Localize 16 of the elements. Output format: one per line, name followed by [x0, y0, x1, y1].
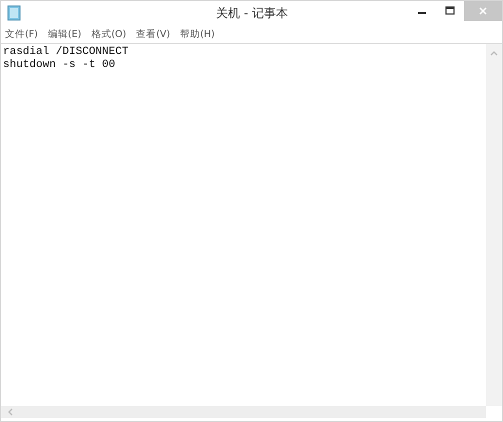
menu-item[interactable]: 帮助(H): [180, 28, 215, 40]
vertical-scrollbar[interactable]: [486, 44, 502, 406]
menu-item[interactable]: 格式(O): [91, 28, 126, 40]
window-title: 关机 - 记事本: [215, 4, 289, 22]
horizontal-scrollbar[interactable]: [1, 406, 486, 418]
close-icon: [478, 6, 488, 16]
menu-item[interactable]: 查看(V): [136, 28, 170, 40]
scroll-left-icon[interactable]: [7, 408, 13, 416]
text-line: rasdial /DISCONNECT: [3, 46, 128, 59]
menu-item[interactable]: 编辑(E): [48, 28, 82, 40]
maximize-icon: [445, 6, 455, 16]
notepad-icon: [7, 5, 21, 21]
menu-item[interactable]: 文件(F): [5, 28, 38, 40]
text-line: shutdown -s -t 00: [3, 59, 116, 72]
text-area[interactable]: rasdial /DISCONNECT shutdown -s -t 00: [1, 44, 486, 406]
scroll-up-icon[interactable]: [490, 50, 498, 56]
